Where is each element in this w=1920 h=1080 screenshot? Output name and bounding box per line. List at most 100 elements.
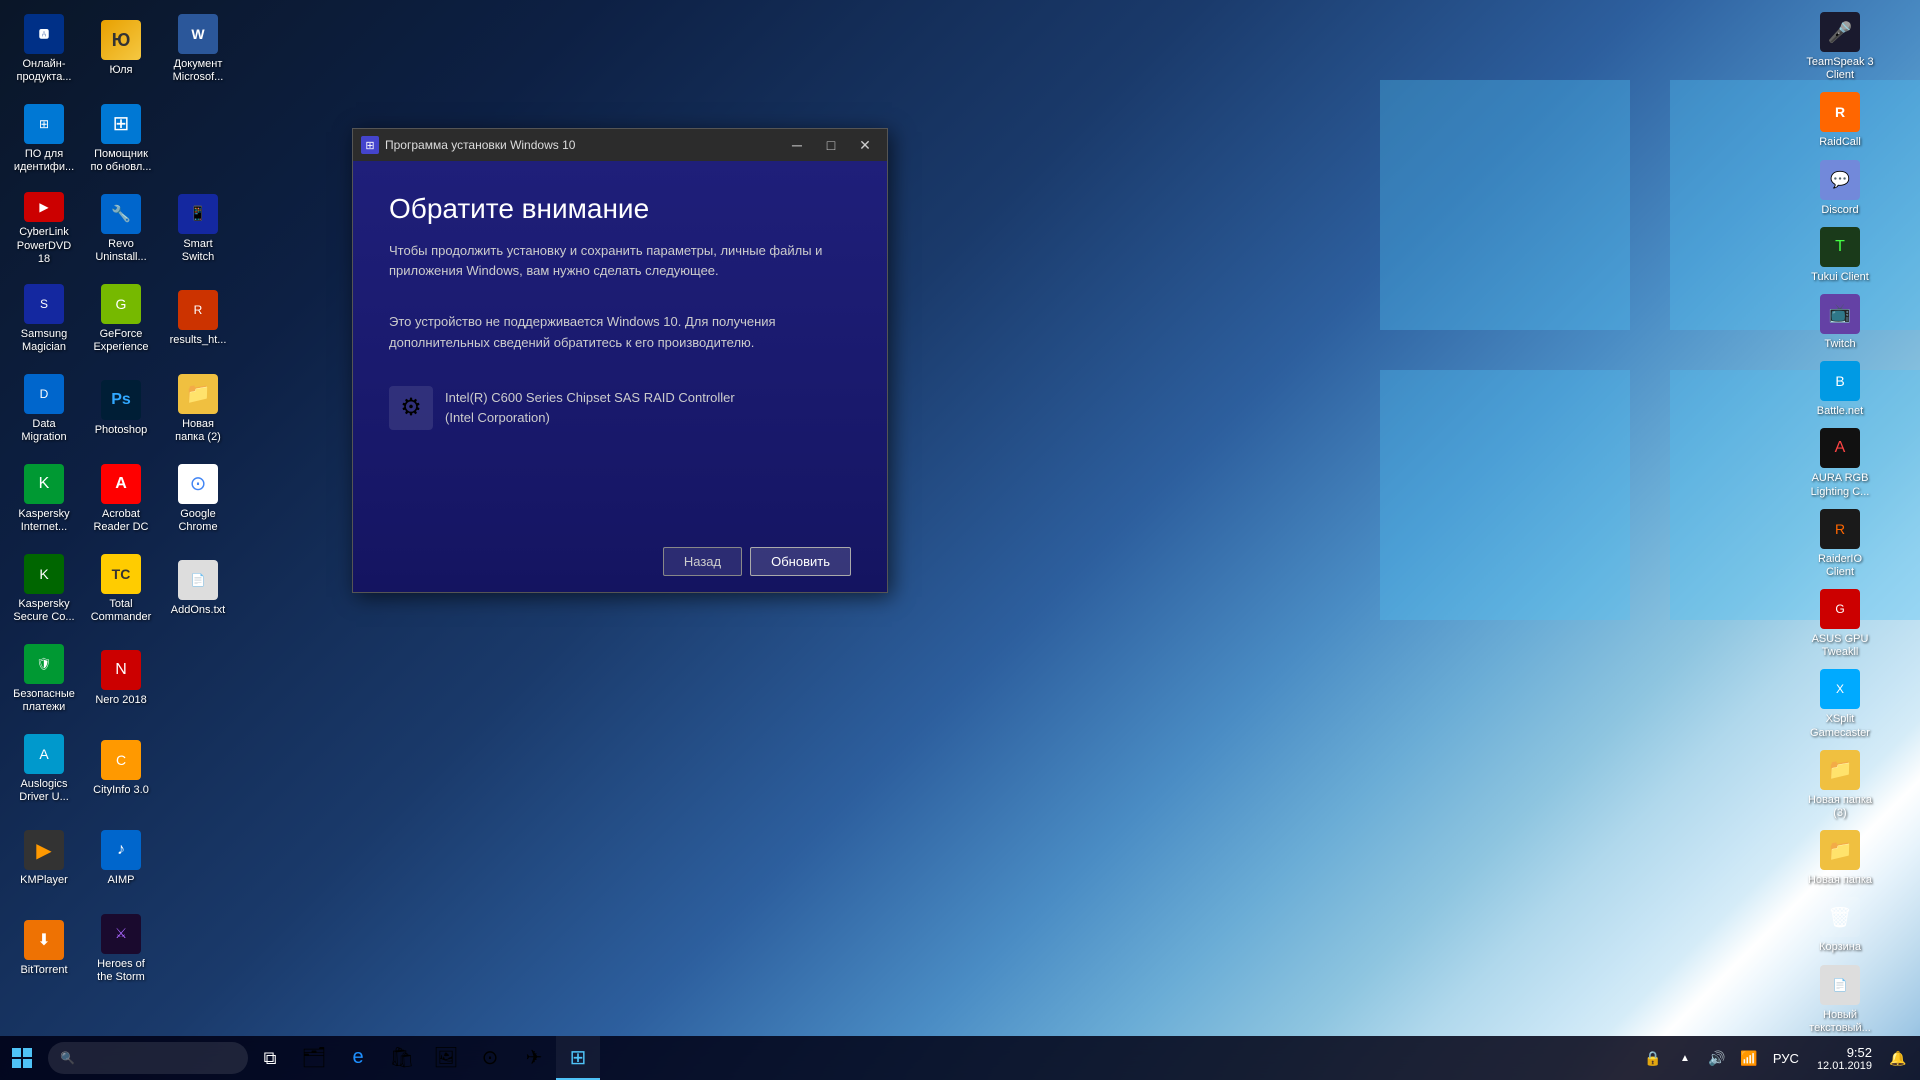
desktop-icon-auslogics[interactable]: A Auslogics Driver U... [8,728,80,810]
taskbar: 🔍 ⧉ 🗂 e 🛍 🖼 ⊙ ✈ ⊞ 🔒 ▲ 🔊 📶 РУС 9:52 12.01… [0,1036,1920,1080]
desktop-icon-nero[interactable]: NNero 2018 [85,638,157,720]
desktop-icon-geforce[interactable]: G GeForce Experience [85,278,157,360]
desktop-icon-bezop[interactable]: 🛡Безопасные платежи [8,638,80,720]
update-button[interactable]: Обновить [750,547,851,576]
taskbar-right: 🔒 ▲ 🔊 📶 РУС 9:52 12.01.2019 🔔 [1639,1036,1920,1080]
desktop-icon-online-product[interactable]: 🅰Онлайн-продукта... [8,8,80,90]
desktop-icon-teamspeak[interactable]: 🎤 TeamSpeak 3 Client [1768,8,1912,86]
notifications-icon[interactable]: 🔔 [1884,1036,1912,1080]
desktop-icon-addons[interactable]: 📄AddOns.txt [162,548,234,630]
desktop-icon-revo[interactable]: 🔧Revo Uninstall... [85,188,157,270]
icon-label-heroes: Heroes of the Storm [89,958,153,984]
system-clock[interactable]: 9:52 12.01.2019 [1809,1045,1880,1072]
desktop-icon-newfolder3[interactable]: 📁Новая папка (3) [1768,746,1912,824]
icon-label-online-product: Онлайн-продукта... [12,58,76,84]
desktop-icon-recycle[interactable]: 🗑Корзина [1768,893,1912,958]
icon-img-julia: Ю [101,20,141,60]
desktop-icon-battlenet[interactable]: B Battle.net [1768,357,1912,422]
dialog-subtext: Чтобы продолжить установку и сохранить п… [389,241,851,280]
desktop-icon-xsplit[interactable]: XXSplit Gamecaster [1768,665,1912,743]
icon-label-battlenet: Battle.net [1817,405,1863,418]
desktop-icon-data[interactable]: DData Migration [8,368,80,450]
icon-img-results: R [178,290,218,330]
icon-label-newfolder3: Новая папка (3) [1806,794,1874,820]
desktop-icon-aura[interactable]: AAURA RGB Lighting C... [1768,424,1912,502]
desktop-icon-twitch[interactable]: 📺Twitch [1768,290,1912,355]
desktop-icon-folder-new[interactable]: 📁Новая папка (2) [162,368,234,450]
taskbar-photos[interactable]: 🖼 [424,1036,468,1080]
icon-label-tukui: Tukui Client [1811,271,1869,284]
desktop-icon-raidcall[interactable]: RRaidCall [1768,88,1912,153]
taskbar-windows-setup[interactable]: ⊞ [556,1036,600,1080]
desktop-icon-discord[interactable]: 💬Discord [1768,156,1912,221]
desktop-icon-photoshop[interactable]: Ps Photoshop [85,368,157,450]
taskbar-search[interactable]: 🔍 [48,1042,248,1074]
desktop-icon-kmplayer[interactable]: ▶KMPlayer [8,818,80,900]
device-vendor: (Intel Corporation) [445,408,735,428]
dialog-maximize-button[interactable]: □ [817,131,845,159]
desktop-icon-samsung[interactable]: SSamsung Magician [8,278,80,360]
icon-img-heroes: ⚔ [101,914,141,954]
icon-img-bezop: 🛡 [24,644,64,684]
desktop-icon-aimp[interactable]: ♪AIMP [85,818,157,900]
dialog-minimize-button[interactable]: ─ [783,131,811,159]
desktop-icon-word[interactable]: W Документ Microsof... [162,8,234,90]
desktop-icon-raiderio[interactable]: RRaiderIO Client [1768,505,1912,583]
desktop-icon-tukui[interactable]: TTukui Client [1768,223,1912,288]
network-wifi-icon[interactable]: 📶 [1735,1036,1763,1080]
icon-label-photoshop: Photoshop [95,424,148,437]
desktop-icon-newfolder_plain[interactable]: 📁Новая папка [1768,826,1912,891]
icon-label-newtxt: Новый текстовый... [1806,1009,1874,1035]
taskbar-ie[interactable]: e [336,1036,380,1080]
desktop-icon-chrome[interactable]: ⊙Google Chrome [162,458,234,540]
icon-label-geforce: GeForce Experience [89,328,153,354]
device-icon: ⚙ [389,386,433,430]
desktop-icon-julia[interactable]: ЮЮля [85,8,157,90]
tray-up-arrow[interactable]: ▲ [1671,1036,1699,1080]
desktop-icon-newtxt[interactable]: 📄Новый текстовый... [1768,961,1912,1039]
desktop: 🅰Онлайн-продукта...ЮЮля W Документ Microso… [0,0,1920,1080]
icon-img-twitch: 📺 [1820,294,1860,334]
icon-label-word: Документ Microsof... [166,58,230,84]
icon-img-photoshop: Ps [101,380,141,420]
desktop-icon-totalcmd[interactable]: TC Total Commander [85,548,157,630]
icon-img-aura: A [1820,428,1860,468]
icon-label-auslogics: Auslogics Driver U... [12,778,76,804]
icon-img-asusgpu: G [1820,589,1860,629]
desktop-icon-asusgpu[interactable]: GASUS GPU Tweakll [1768,585,1912,663]
desktop-icon-kaspersky[interactable]: KKaspersky Internet... [8,458,80,540]
back-button[interactable]: Назад [663,547,742,576]
desktop-icon-cyberlink[interactable]: ▶CyberLink PowerDVD 18 [8,188,80,270]
desktop-icon-po-obnovl[interactable]: ⊞ПО для идентифи... [8,98,80,180]
network-icon[interactable]: 🔒 [1639,1036,1667,1080]
volume-icon[interactable]: 🔊 [1703,1036,1731,1080]
icon-img-acrobat: A [101,464,141,504]
taskbar-opera[interactable]: ⊙ [468,1036,512,1080]
desktop-icon-cityinfo[interactable]: CCityInfo 3.0 [85,728,157,810]
clock-time: 9:52 [1817,1045,1872,1060]
desktop-icon-windows-helper[interactable]: ⊞Помощник по обновл... [85,98,157,180]
task-view-button[interactable]: ⧉ [248,1036,292,1080]
icon-img-battlenet: B [1820,361,1860,401]
desktop-icon-acrobat[interactable]: A Acrobat Reader DC [85,458,157,540]
dialog-close-button[interactable]: ✕ [851,131,879,159]
desktop-icon-heroes[interactable]: ⚔ Heroes of the Storm [85,908,157,990]
desktop-icon-bittorrent[interactable]: ⬇BitTorrent [8,908,80,990]
icon-label-totalcmd: Total Commander [89,598,153,624]
taskbar-telegram[interactable]: ✈ [512,1036,556,1080]
icon-img-word: W [178,14,218,54]
desktop-icon-results[interactable]: Rresults_ht... [162,278,234,360]
taskbar-store[interactable]: 🛍 [380,1036,424,1080]
start-button[interactable] [0,1036,44,1080]
icon-img-teamspeak: 🎤 [1820,12,1860,52]
icon-label-kaspersky2: Kaspersky Secure Co... [12,598,76,624]
taskbar-explorer[interactable]: 🗂 [292,1036,336,1080]
desktop-icon-kaspersky2[interactable]: KKaspersky Secure Co... [8,548,80,630]
icon-img-auslogics: A [24,734,64,774]
icon-label-acrobat: Acrobat Reader DC [89,508,153,534]
icon-label-teamspeak: TeamSpeak 3 Client [1806,56,1874,82]
icon-img-totalcmd: TC [101,554,141,594]
icon-img-geforce: G [101,284,141,324]
language-indicator[interactable]: РУС [1767,1051,1805,1066]
desktop-icon-smartswitch[interactable]: 📱Smart Switch [162,188,234,270]
